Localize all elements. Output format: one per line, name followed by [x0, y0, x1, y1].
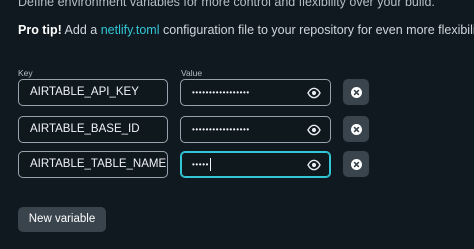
eye-icon[interactable]	[307, 159, 321, 171]
new-variable-button[interactable]: New variable	[18, 207, 106, 232]
close-circle-icon	[350, 123, 362, 135]
netlify-toml-link[interactable]: netlify.toml	[101, 23, 160, 37]
remove-variable-button[interactable]	[343, 116, 369, 142]
value-field-base-id[interactable]: •••••••••••••••••	[180, 116, 331, 143]
protip-text: Pro tip! Add a netlify.toml configuratio…	[18, 23, 474, 37]
value-column-header: Value	[181, 68, 203, 78]
protip-after: configuration file to your repository fo…	[159, 23, 474, 37]
key-field-base-id[interactable]: AIRTABLE_BASE_ID	[18, 116, 168, 143]
key-column-header: Key	[18, 68, 33, 78]
key-field-table-name[interactable]: AIRTABLE_TABLE_NAME	[18, 151, 168, 178]
eye-icon[interactable]	[307, 124, 321, 136]
masked-value: •••••••••••••••••	[192, 88, 250, 97]
key-field-api-key[interactable]: AIRTABLE_API_KEY	[18, 79, 168, 106]
protip-label: Pro tip!	[18, 23, 62, 37]
masked-value-text: •••••	[192, 160, 210, 169]
text-caret	[210, 158, 212, 172]
value-field-table-name[interactable]: •••••	[180, 151, 331, 178]
masked-value: •••••	[192, 152, 212, 177]
close-circle-icon	[350, 86, 362, 98]
intro-text: Define environment variables for more co…	[18, 0, 435, 9]
remove-variable-button[interactable]	[343, 79, 369, 105]
masked-value: •••••••••••••••••	[192, 125, 250, 134]
protip-before: Add a	[61, 23, 101, 37]
remove-variable-button[interactable]	[343, 151, 369, 177]
value-field-api-key[interactable]: •••••••••••••••••	[180, 79, 331, 106]
close-circle-icon	[350, 158, 362, 170]
eye-icon[interactable]	[307, 87, 321, 99]
